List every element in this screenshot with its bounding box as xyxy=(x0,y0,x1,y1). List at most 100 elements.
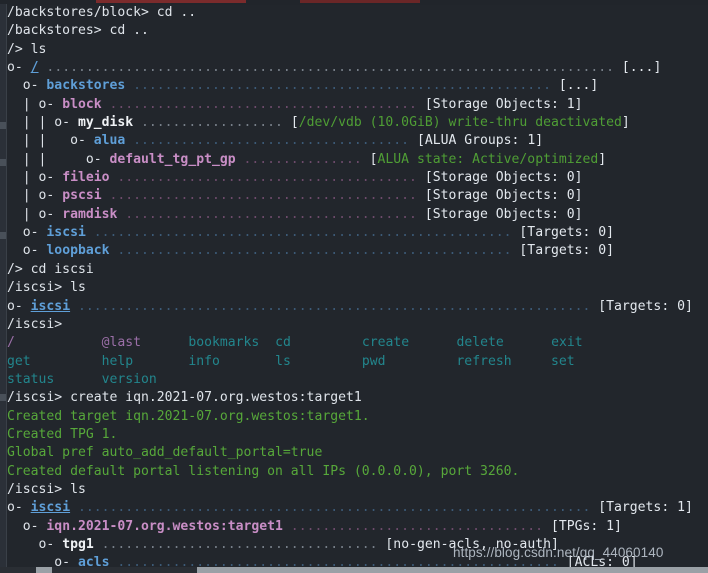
terminal-text-segment: o- xyxy=(7,518,47,534)
terminal-text-segment: iscsi xyxy=(30,298,71,314)
terminal-line: | | o- my_disk .................. [/dev/… xyxy=(7,114,708,132)
terminal-text-segment: my_disk xyxy=(77,115,134,131)
terminal-text-segment: [Targets: 0] xyxy=(519,243,615,259)
scrollbar-mark-4 xyxy=(0,394,6,401)
terminal-line: /iscsi> ls xyxy=(7,279,708,297)
terminal-text-segment: o- xyxy=(7,536,63,552)
terminal-text-segment: /> ls xyxy=(7,41,47,57)
terminal-text-segment: ........................................… xyxy=(125,78,559,94)
top-edge-accent-right xyxy=(300,0,420,3)
terminal-text-segment: o- xyxy=(7,298,31,314)
terminal-text-segment: help xyxy=(101,353,134,369)
terminal-text-segment: tpg1 xyxy=(62,536,94,552)
terminal-text-segment: ........................................… xyxy=(109,243,520,259)
terminal-text-segment: fileio xyxy=(62,170,110,186)
terminal-text-segment: o- xyxy=(7,78,47,94)
terminal-text-segment: /dev/vdb (10.0GiB) write-thru deactivate… xyxy=(298,115,622,131)
terminal-text-segment: [ xyxy=(290,115,299,131)
terminal-text-segment: Global pref auto_add_default_portal=true xyxy=(7,445,323,461)
terminal-text-segment: ....................................... xyxy=(101,96,425,112)
terminal-text-segment: Created TPG 1. xyxy=(7,426,118,442)
terminal-line: | o- fileio ............................… xyxy=(7,169,708,187)
terminal-text-segment: @last xyxy=(101,335,142,351)
terminal-line: o- iscsi ...............................… xyxy=(7,224,708,242)
terminal-text-segment: /> cd iscsi xyxy=(7,261,94,277)
terminal-text-segment: refresh xyxy=(456,353,512,369)
scrollbar-mark-3 xyxy=(0,232,6,239)
terminal-text-segment: ........................................… xyxy=(85,225,520,241)
terminal-scrollbar[interactable] xyxy=(0,4,7,569)
terminal-text-segment: backstores xyxy=(46,78,126,94)
terminal-line: /> ls xyxy=(7,41,708,59)
terminal-text-segment: [Storage Objects: 1] xyxy=(424,96,583,112)
terminal-text-segment: iqn.2021-07.org.westos:target1 xyxy=(46,518,283,534)
terminal-text-segment: | o- xyxy=(7,206,63,222)
terminal-line: o- loopback ............................… xyxy=(7,242,708,260)
terminal-line: | | o- alua ............................… xyxy=(7,132,708,150)
terminal-text-segment: default_tg_pt_gp xyxy=(109,151,236,167)
terminal-window: /backstores/block> cd .. /backstores> cd … xyxy=(0,0,708,573)
terminal-text-segment: | o- xyxy=(7,188,63,204)
terminal-text-segment: o- xyxy=(7,555,78,567)
terminal-line: Created TPG 1. xyxy=(7,426,708,444)
window-bottom-edge xyxy=(0,567,708,573)
terminal-text-segment: ................................... xyxy=(125,133,417,149)
terminal-line: Global pref auto_add_default_portal=true xyxy=(7,444,708,462)
terminal-text-segment: Created target iqn.2021-07.org.westos:ta… xyxy=(7,408,370,424)
terminal-text-segment: /backstores/block> cd .. xyxy=(7,5,197,20)
terminal-text-segment: /iscsi> xyxy=(7,316,63,332)
terminal-text-segment: / xyxy=(7,335,15,351)
terminal-text-segment: loopback xyxy=(46,243,110,259)
top-edge-accent-left xyxy=(96,0,246,3)
terminal-text-segment: o- xyxy=(7,243,47,259)
terminal-text-segment: get xyxy=(7,353,31,369)
terminal-line: /backstores> cd .. xyxy=(7,22,708,40)
terminal-text-segment: | | o- xyxy=(7,133,94,149)
terminal-text-segment: cd xyxy=(275,335,291,351)
terminal-line: | o- ramdisk ...........................… xyxy=(7,206,708,224)
terminal-text-segment: /iscsi> create iqn.2021-07.org.westos:ta… xyxy=(7,390,362,406)
terminal-text-segment: [Storage Objects: 0] xyxy=(424,188,583,204)
terminal-text-segment: [Targets: 0] xyxy=(598,298,693,314)
terminal-text-segment: status xyxy=(7,371,55,387)
terminal-line: / @last bookmarks cd create delete exit xyxy=(7,334,708,352)
terminal-text-segment: ........................................… xyxy=(38,60,622,76)
terminal-line: | | o- default_tg_pt_gp ............... … xyxy=(7,151,708,169)
terminal-text-segment: [TPGs: 1] xyxy=(550,518,622,534)
terminal-text-segment: | | o- xyxy=(7,115,78,131)
terminal-text-segment: iscsi xyxy=(46,225,86,241)
terminal-text-segment: /iscsi> ls xyxy=(7,481,86,497)
terminal-text-segment: acls xyxy=(77,555,110,567)
terminal-output[interactable]: /backstores/block> cd .. /backstores> cd … xyxy=(7,4,708,567)
terminal-text-segment: | o- xyxy=(7,170,63,186)
terminal-text-segment: ................................... xyxy=(93,536,386,552)
terminal-line: o- / ...................................… xyxy=(7,59,708,77)
terminal-text-segment: [ALUA Groups: 1] xyxy=(416,133,544,149)
terminal-text-segment: | o- xyxy=(7,96,63,112)
terminal-line: | o- block .............................… xyxy=(7,96,708,114)
terminal-text-segment: /iscsi> ls xyxy=(7,280,86,296)
terminal-text-segment: info xyxy=(188,353,220,369)
terminal-line: o- backstores ..........................… xyxy=(7,77,708,95)
terminal-text-segment: iscsi xyxy=(30,500,71,516)
terminal-text-segment: [...] xyxy=(558,78,599,94)
terminal-text-segment: ramdisk xyxy=(62,206,118,222)
terminal-line: status version xyxy=(7,371,708,389)
terminal-text-segment: set xyxy=(551,353,575,369)
terminal-text-segment: o- xyxy=(7,500,31,516)
terminal-line: o- iscsi ...............................… xyxy=(7,298,708,316)
terminal-line: Created target iqn.2021-07.org.westos:ta… xyxy=(7,408,708,426)
terminal-text-segment: [Targets: 0] xyxy=(519,225,615,241)
terminal-text-segment: ..................................... xyxy=(117,206,425,222)
terminal-text-segment: [...] xyxy=(621,60,662,76)
terminal-text-segment: ........................................… xyxy=(70,298,599,314)
terminal-text-segment: version xyxy=(101,371,157,387)
terminal-line: /iscsi> ls xyxy=(7,481,708,499)
terminal-text-segment: pscsi xyxy=(62,188,102,204)
terminal-text-segment: ........................................… xyxy=(70,500,599,516)
